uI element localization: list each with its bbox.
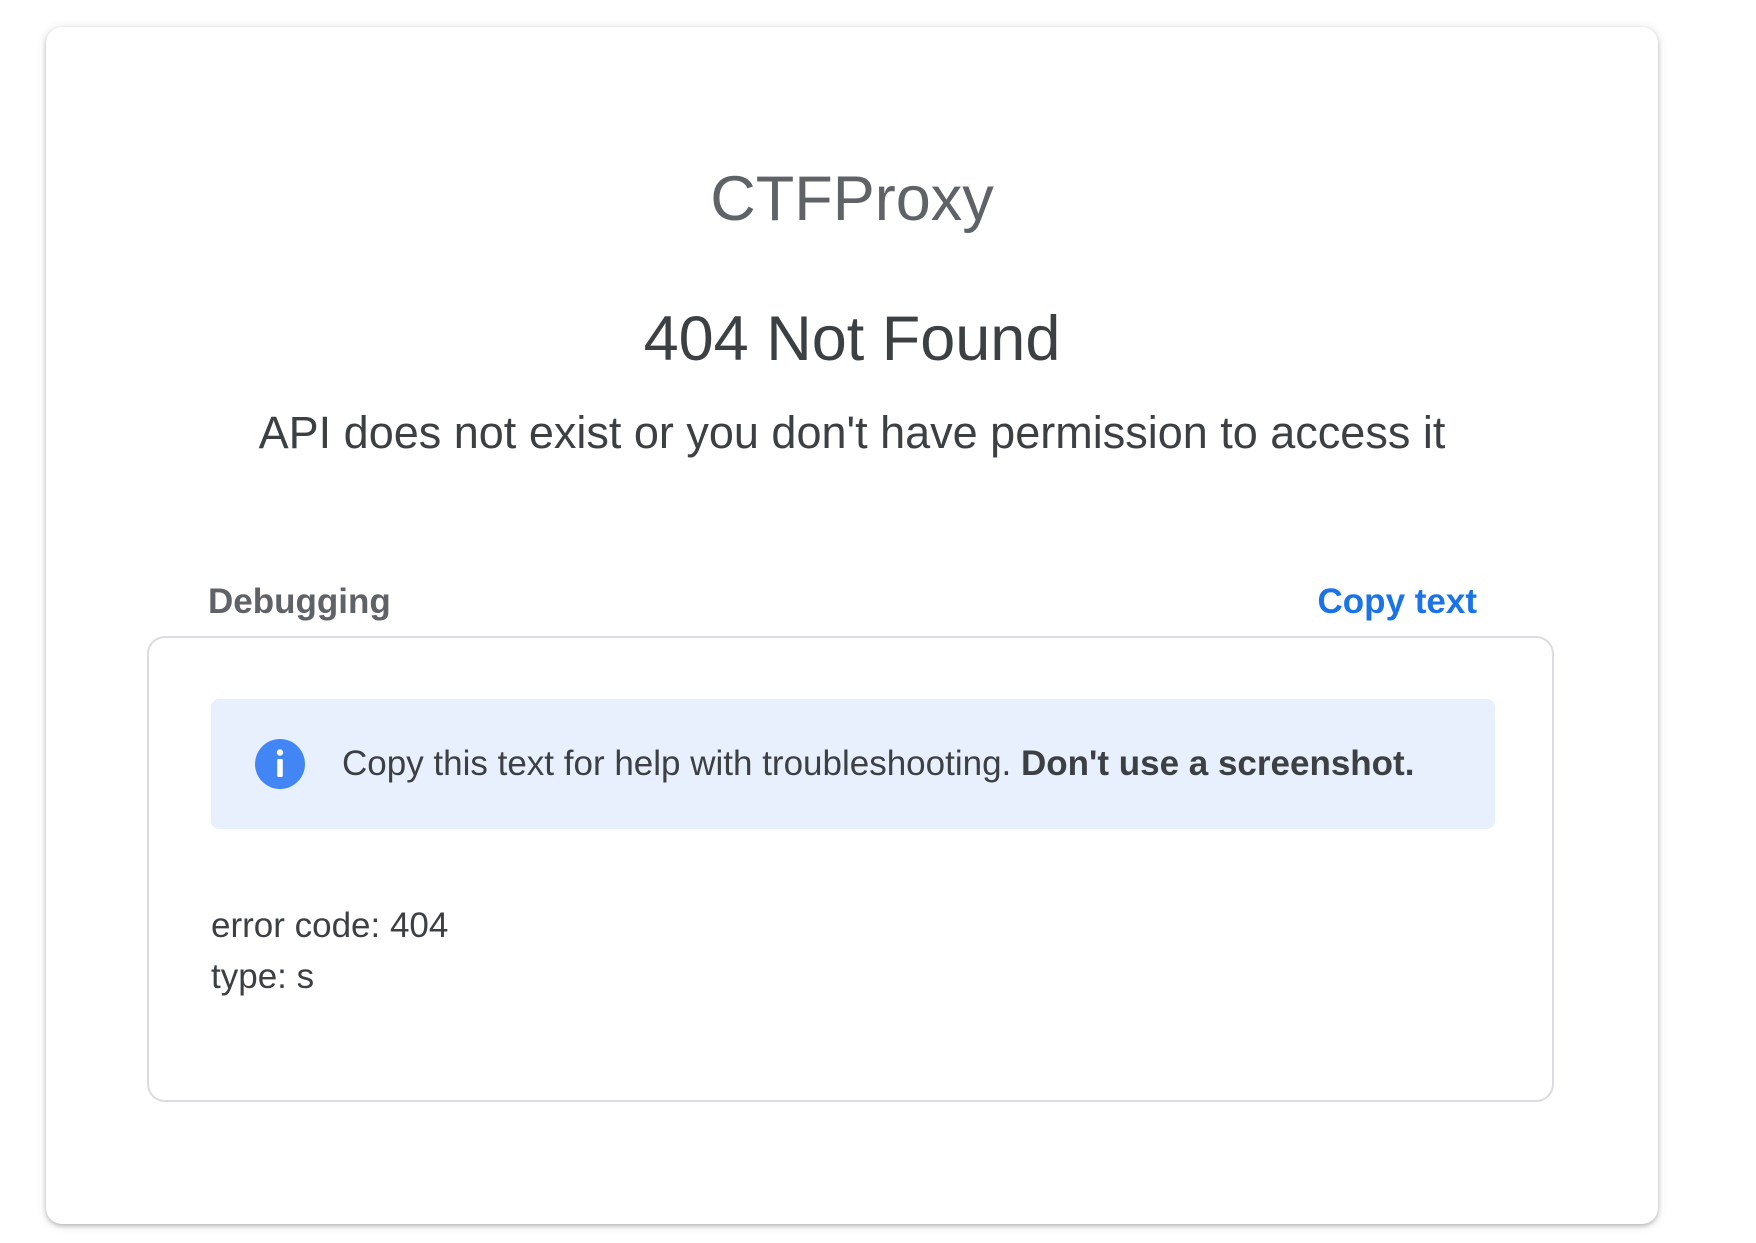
info-icon — [255, 739, 305, 789]
debug-info-box: Copy this text for help with troubleshoo… — [147, 636, 1554, 1102]
info-text: Copy this text for help with troubleshoo… — [342, 742, 1414, 786]
copy-text-button[interactable]: Copy text — [1318, 580, 1477, 624]
error-message: API does not exist or you don't have per… — [258, 407, 1446, 458]
debug-details: error code: 404 type: s — [211, 900, 448, 1002]
debugging-label: Debugging — [208, 582, 391, 621]
debug-line-type: type: s — [211, 957, 315, 996]
info-banner: Copy this text for help with troubleshoo… — [211, 699, 1495, 829]
brand-name: CTFProxy — [710, 164, 994, 234]
error-title: 404 Not Found — [643, 304, 1061, 374]
info-text-plain: Copy this text for help with troubleshoo… — [342, 744, 1012, 783]
debug-line-error-code: error code: 404 — [211, 906, 449, 945]
error-card: CTFProxy 404 Not Found API does not exis… — [46, 27, 1658, 1224]
info-text-emphasis: Don't use a screenshot. — [1021, 744, 1415, 783]
